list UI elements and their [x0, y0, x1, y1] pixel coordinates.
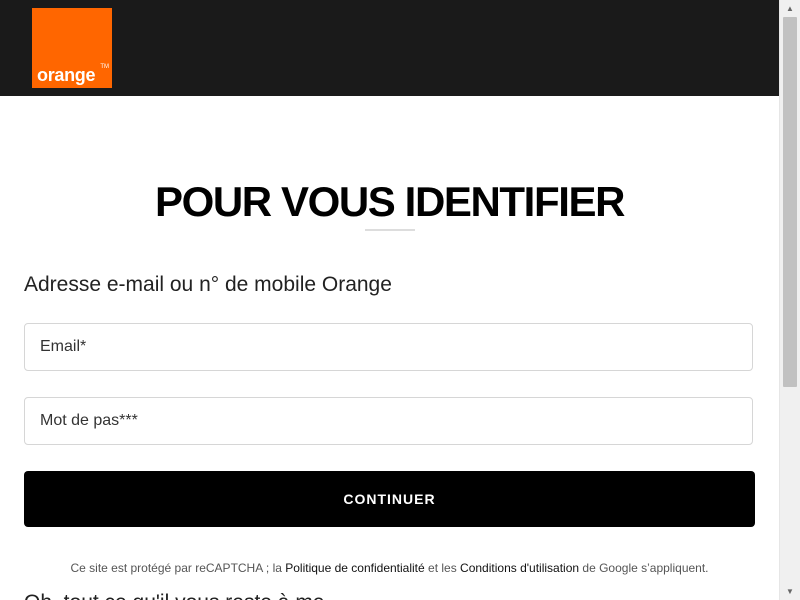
email-field[interactable] [24, 323, 753, 371]
page-title: POUR VOUS IDENTIFIER [154, 178, 625, 226]
logo-trademark: TM [100, 64, 109, 70]
legal-suffix: de Google s’appliquent. [579, 561, 709, 575]
chevron-down-icon[interactable]: ▼ [780, 583, 800, 600]
chevron-up-icon[interactable]: ▲ [780, 0, 800, 17]
recaptcha-notice: Ce site est protégé par reCAPTCHA ; la P… [0, 560, 779, 576]
privacy-policy-link[interactable]: Politique de confidentialité [285, 561, 424, 575]
title-divider [365, 229, 415, 231]
scrollbar-thumb[interactable] [783, 17, 797, 387]
top-header: orange TM [0, 0, 779, 96]
page-scrollbar[interactable]: ▲ ▼ [779, 0, 800, 600]
cut-off-text: Oh, tout ce qu'il vous reste à me... [24, 590, 342, 600]
password-input[interactable] [25, 398, 752, 444]
page: orange TM POUR VOUS IDENTIFIER Adresse e… [0, 0, 800, 600]
login-content: POUR VOUS IDENTIFIER Adresse e-mail ou n… [0, 96, 779, 600]
legal-prefix: Ce site est protégé par reCAPTCHA ; la [70, 561, 286, 575]
orange-logo[interactable]: orange TM [32, 8, 112, 88]
email-input[interactable] [25, 324, 752, 370]
login-subtitle: Adresse e-mail ou n° de mobile Orange [24, 273, 392, 296]
terms-of-use-link[interactable]: Conditions d'utilisation [460, 561, 579, 575]
continue-button[interactable]: CONTINUER [24, 471, 755, 527]
logo-wordmark: orange [37, 65, 96, 85]
password-field[interactable] [24, 397, 753, 445]
legal-middle: et les [424, 561, 461, 575]
